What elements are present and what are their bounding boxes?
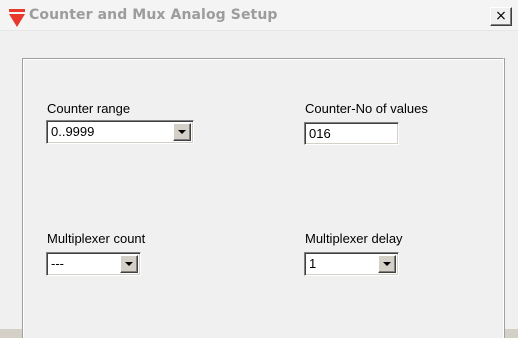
chevron-down-icon [383,262,391,266]
settings-panel [22,58,504,338]
counter-range-value: 0..9999 [51,124,95,139]
multiplexer-delay-select[interactable]: 1 [304,252,399,276]
multiplexer-delay-value: 1 [309,256,317,271]
counter-range-select[interactable]: 0..9999 [46,120,194,144]
window-title: Counter and Mux Analog Setup [29,7,278,23]
close-button[interactable]: × [490,7,512,26]
dialog-window: Counter and Mux Analog Setup × Counter r… [0,0,518,338]
counter-range-label: Counter range [47,101,131,116]
multiplexer-delay-label: Multiplexer delay [305,231,403,246]
multiplexer-count-dropdown-button[interactable] [120,255,138,273]
counter-no-values-label: Counter-No of values [305,101,428,116]
multiplexer-delay-dropdown-button[interactable] [378,255,396,273]
multiplexer-count-value: --- [51,256,64,271]
multiplexer-count-select[interactable]: --- [46,252,141,276]
title-bar[interactable]: Counter and Mux Analog Setup × [0,0,518,31]
counter-range-dropdown-button[interactable] [173,123,191,141]
counter-no-values-input[interactable]: 016 [304,122,399,145]
chevron-down-icon [125,262,133,266]
chevron-down-icon [178,130,186,134]
close-icon: × [495,8,507,24]
multiplexer-count-label: Multiplexer count [47,231,146,246]
counter-no-values-value: 016 [309,126,331,141]
triangle-logo-icon [9,9,25,27]
